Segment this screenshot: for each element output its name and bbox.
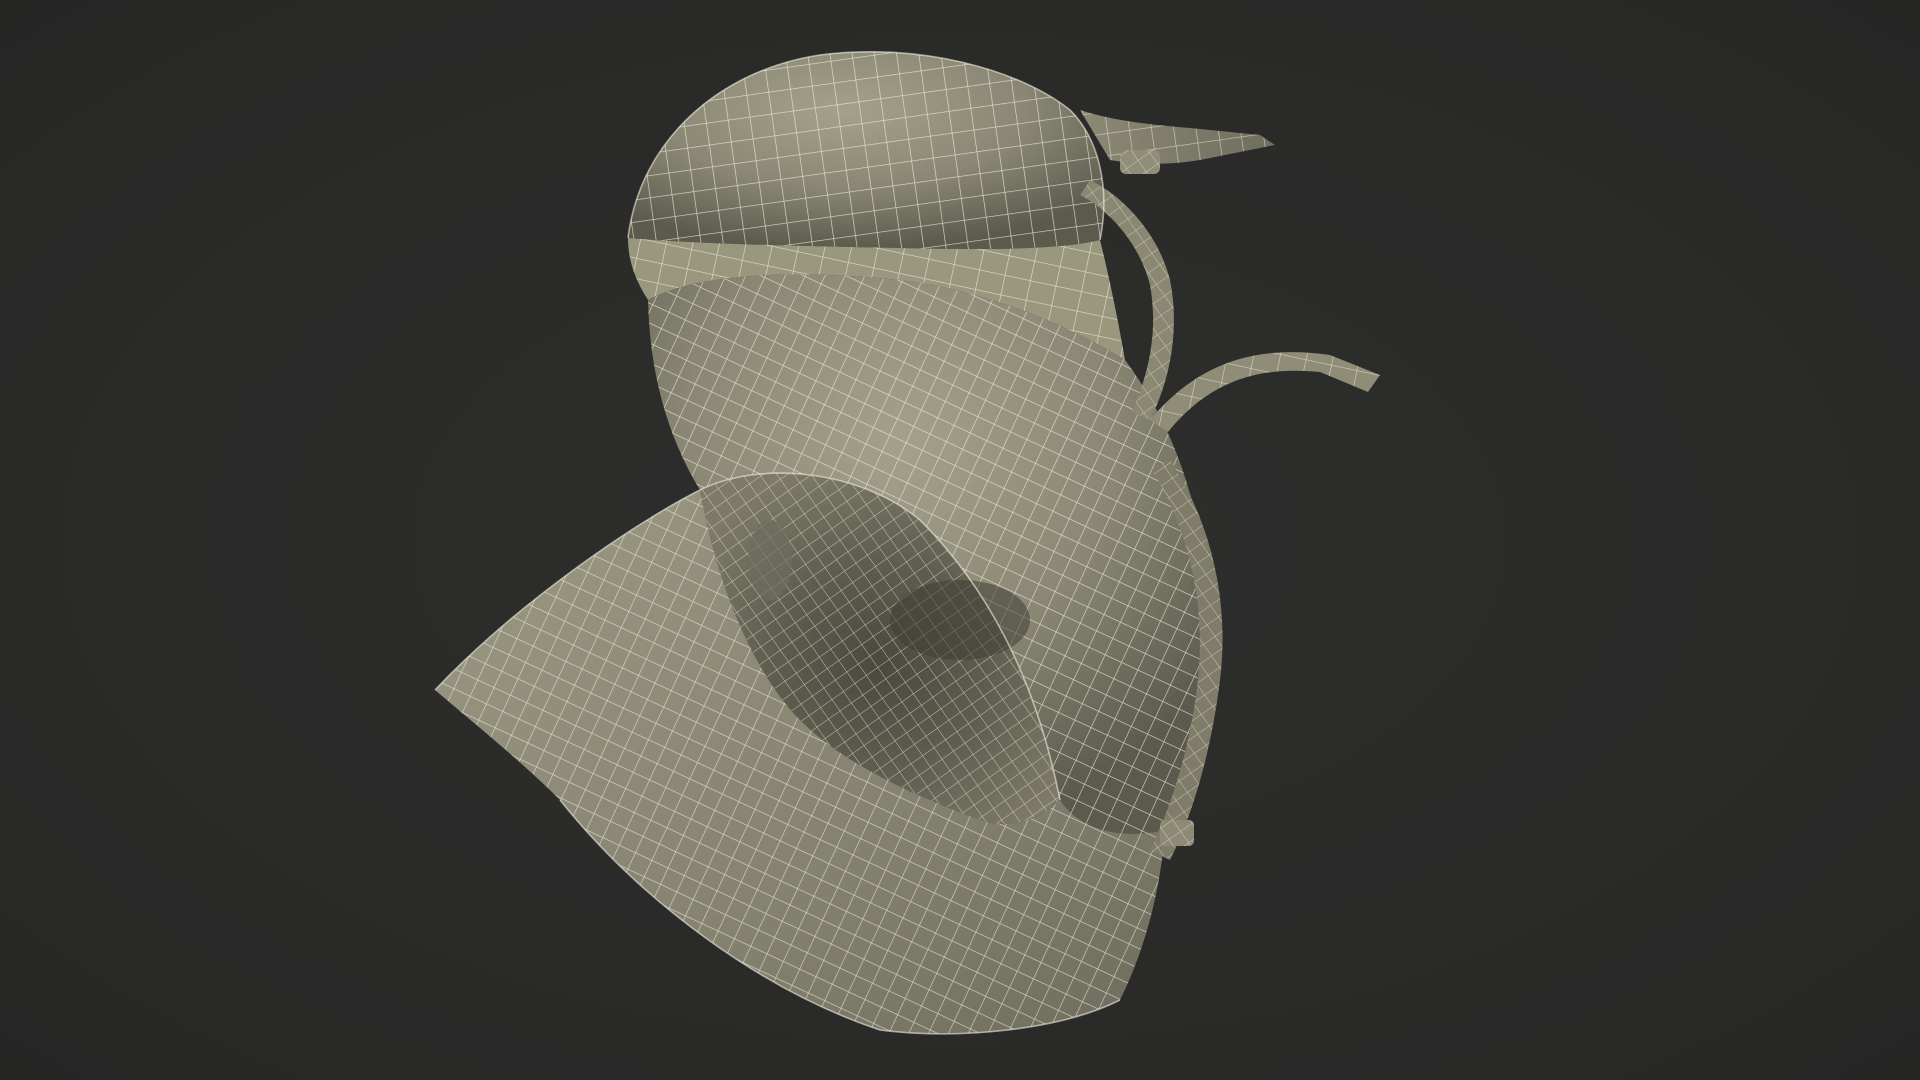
3d-viewport[interactable] — [0, 0, 1920, 1080]
wireframe-model-render — [434, 50, 1380, 1035]
helmet-dome — [628, 51, 1104, 250]
